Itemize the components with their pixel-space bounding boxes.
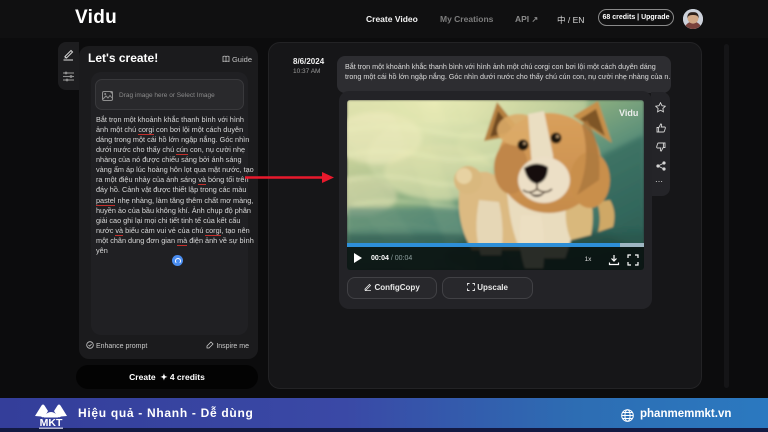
svg-text:Vidu: Vidu — [619, 108, 638, 118]
svg-text:MKT: MKT — [40, 417, 63, 429]
